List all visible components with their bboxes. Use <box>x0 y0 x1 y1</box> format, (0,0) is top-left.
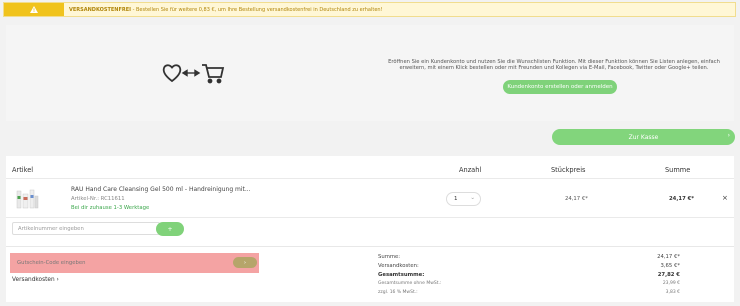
voucher-submit-button[interactable]: › <box>233 257 257 268</box>
wishlist-panel: Eröffnen Sie ein Kundenkonto und nutzen … <box>6 25 734 121</box>
chevron-right-icon: › <box>727 132 730 139</box>
product-number: Artikel-Nr.: RC11611 <box>71 196 125 202</box>
totals-label: Gesamtsumme: <box>378 272 425 278</box>
chevron-down-icon: ⌄ <box>470 195 475 201</box>
unit-price: 24,17 €* <box>565 196 588 202</box>
arrows-icon <box>181 69 201 77</box>
checkout-label: Zur Kasse <box>628 133 659 141</box>
wishlist-message: Eröffnen Sie ein Kundenkonto und nutzen … <box>388 59 720 72</box>
checkout-button[interactable]: Zur Kasse › <box>552 129 735 145</box>
notice-text: VERSANDKOSTENFREI - Bestellen Sie für we… <box>69 7 383 13</box>
warning-badge <box>4 3 64 16</box>
totals-value: 23,99 € <box>662 281 680 286</box>
shipping-notice: VERSANDKOSTENFREI - Bestellen Sie für we… <box>3 2 736 17</box>
cart-icon <box>202 64 225 84</box>
article-number-input[interactable]: Artikelnummer eingeben <box>12 222 160 235</box>
heart-icon <box>162 64 182 83</box>
divider <box>6 178 734 179</box>
cart-footer: Gutschein-Code eingeben › Versandkosten … <box>6 246 734 302</box>
close-icon[interactable]: × <box>722 194 728 202</box>
quantity-value: 1 <box>454 196 458 202</box>
totals-value: 24,17 €* <box>657 254 680 260</box>
header-sum: Summe <box>665 166 691 174</box>
totals-label: Versandkosten: <box>378 263 419 269</box>
totals-label: Summe: <box>378 254 401 260</box>
divider <box>6 217 734 218</box>
header-article: Artikel <box>12 166 34 174</box>
totals-value: 3,83 € <box>665 290 680 295</box>
product-name-link[interactable]: RAU Hand Care Cleansing Gel 500 ml - Han… <box>71 186 251 193</box>
notice-bold: VERSANDKOSTENFREI <box>69 6 131 13</box>
totals-value: 3,65 €* <box>660 263 681 269</box>
header-quantity: Anzahl <box>459 166 482 174</box>
warning-icon <box>30 6 38 13</box>
line-sum: 24,17 €* <box>669 196 695 202</box>
cart-table: Artikel Anzahl Stückpreis Summe RAU Hand… <box>6 156 734 246</box>
voucher-field[interactable]: Gutschein-Code eingeben › <box>10 253 259 273</box>
totals-value: 27,82 € <box>657 272 680 278</box>
product-thumbnail[interactable] <box>14 188 40 210</box>
add-article-button[interactable]: + <box>156 222 184 236</box>
totals-label: zzgl. 16 % MwSt.: <box>378 290 418 295</box>
quantity-select[interactable]: 1 ⌄ <box>446 192 481 206</box>
wishlist-icons <box>162 62 226 88</box>
shipping-costs-toggle[interactable]: Versandkosten › <box>12 277 59 283</box>
notice-message: - Bestellen Sie für weitere 0,83 €, um I… <box>131 6 383 13</box>
delivery-time: Bei dir zuhause 1-3 Werktage <box>71 205 150 211</box>
totals-label: Gesamtsumme ohne MwSt.: <box>378 281 442 286</box>
create-account-button[interactable]: Kundenkonto erstellen oder anmelden <box>503 80 617 94</box>
voucher-input[interactable]: Gutschein-Code eingeben <box>17 260 86 266</box>
header-unit-price: Stückpreis <box>551 166 586 174</box>
